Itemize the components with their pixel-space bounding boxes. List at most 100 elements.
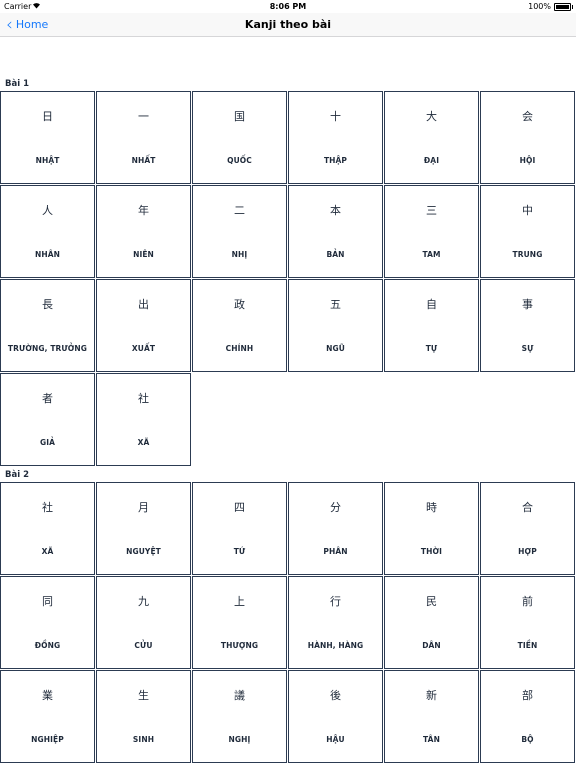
kanji-card[interactable]: 九 CỬU [96,576,191,669]
kanji-character: 社 [138,392,149,405]
kanji-character: 本 [330,204,341,217]
kanji-reading: SINH [132,735,155,744]
kanji-reading: TỨ [233,547,246,556]
kanji-card[interactable]: 大 ĐẠI [384,91,479,184]
kanji-card[interactable]: 長 TRƯỜNG, TRƯỞNG [0,279,95,372]
kanji-reading: ĐẠI [423,156,440,165]
kanji-reading: GIẢ [39,438,56,447]
kanji-character: 五 [330,298,341,311]
kanji-reading: BẢN [326,250,345,259]
kanji-reading: PHÂN [323,547,348,556]
kanji-character: 上 [234,595,245,608]
kanji-character: 事 [522,298,533,311]
kanji-card[interactable]: 十 THẬP [288,91,383,184]
kanji-reading: TRUNG [512,250,543,259]
battery-percent: 100% [528,2,551,11]
kanji-character: 三 [426,204,437,217]
kanji-card[interactable]: 者 GIẢ [0,373,95,466]
kanji-reading: TAM [422,250,441,259]
kanji-card[interactable]: 自 TỰ [384,279,479,372]
kanji-character: 民 [426,595,437,608]
kanji-character: 分 [330,501,341,514]
kanji-character: 議 [234,689,245,702]
kanji-character: 二 [234,204,245,217]
kanji-reading: HÀNH, HÀNG [307,641,364,650]
kanji-reading: ĐỒNG [34,641,61,650]
kanji-card[interactable]: 分 PHÂN [288,482,383,575]
kanji-character: 九 [138,595,149,608]
kanji-reading: TÂN [423,735,440,744]
kanji-card[interactable]: 三 TAM [384,185,479,278]
status-bar: Carrier 8:06 PM 100% [0,0,576,13]
kanji-card[interactable]: 同 ĐỒNG [0,576,95,669]
kanji-card[interactable]: 社 XÃ [0,482,95,575]
kanji-card[interactable]: 生 SINH [96,670,191,763]
kanji-reading: THỜI [420,547,443,556]
kanji-card[interactable]: 社 XÃ [96,373,191,466]
kanji-reading: TỰ [425,344,438,353]
kanji-card[interactable]: 議 NGHỊ [192,670,287,763]
kanji-card[interactable]: 時 THỜI [384,482,479,575]
kanji-reading: XÃ [137,438,150,447]
kanji-character: 中 [522,204,533,217]
kanji-reading: NGHỊ [228,735,251,744]
kanji-character: 前 [522,595,533,608]
kanji-character: 社 [42,501,53,514]
kanji-card[interactable]: 後 HẬU [288,670,383,763]
kanji-card[interactable]: 国 QUỐC [192,91,287,184]
kanji-card[interactable]: 人 NHÂN [0,185,95,278]
kanji-card[interactable]: 民 DÂN [384,576,479,669]
kanji-character: 国 [234,110,245,123]
section-header: Bài 1 [5,78,30,89]
kanji-card[interactable]: 出 XUẤT [96,279,191,372]
kanji-card[interactable]: 政 CHÍNH [192,279,287,372]
kanji-character: 部 [522,689,533,702]
kanji-card[interactable]: 中 TRUNG [480,185,575,278]
kanji-character: 同 [42,595,53,608]
kanji-card[interactable]: 業 NGHIỆP [0,670,95,763]
kanji-card[interactable]: 日 NHẬT [0,91,95,184]
section-header: Bài 2 [5,469,30,480]
kanji-card[interactable]: 月 NGUYỆT [96,482,191,575]
kanji-card[interactable]: 一 NHẤT [96,91,191,184]
kanji-grid: 社 XÃ 月 NGUYỆT 四 TỨ 分 PHÂN 時 THỜI 合 HỢP 同 ĐỒNG 九 CỬU 上 THƯ… [0,482,576,764]
kanji-reading: NGHIỆP [31,735,64,744]
page-title: Kanji theo bài [244,18,332,31]
kanji-card[interactable]: 前 TIỀN [480,576,575,669]
kanji-character: 行 [330,595,341,608]
kanji-reading: CỬU [134,641,153,650]
kanji-character: 年 [138,204,149,217]
navigation-bar: ‹ Home Kanji theo bài [0,13,576,37]
kanji-card[interactable]: 五 NGŨ [288,279,383,372]
kanji-reading: HỢP [518,547,537,556]
kanji-reading: NGUYỆT [126,547,161,556]
kanji-reading: DÂN [422,641,441,650]
kanji-reading: HẬU [326,735,345,744]
kanji-card[interactable]: 年 NIÊN [96,185,191,278]
kanji-reading: TIỀN [517,641,538,650]
battery-icon [554,3,573,11]
kanji-card[interactable]: 四 TỨ [192,482,287,575]
kanji-character: 者 [42,392,53,405]
kanji-character: 長 [42,298,53,311]
kanji-card[interactable]: 新 TÂN [384,670,479,763]
kanji-card[interactable]: 本 BẢN [288,185,383,278]
kanji-character: 月 [138,501,149,514]
top-spacer [0,37,576,76]
kanji-reading: NHẤT [131,156,156,165]
kanji-character: 後 [330,689,341,702]
kanji-card[interactable]: 事 SỰ [480,279,575,372]
kanji-card[interactable]: 二 NHỊ [192,185,287,278]
kanji-character: 大 [426,110,437,123]
kanji-card[interactable]: 上 THƯỢNG [192,576,287,669]
kanji-card[interactable]: 行 HÀNH, HÀNG [288,576,383,669]
kanji-character: 新 [426,689,437,702]
kanji-character: 人 [42,204,53,217]
kanji-card[interactable]: 会 HỘI [480,91,575,184]
kanji-reading: SỰ [521,344,534,353]
kanji-card[interactable]: 部 BỘ [480,670,575,763]
kanji-card[interactable]: 合 HỢP [480,482,575,575]
kanji-list[interactable]: Bài 1 日 NHẬT 一 NHẤT 国 QUỐC 十 THẬP 大 ĐẠI 会 HỘI 人 NHÂN 年… [0,37,576,764]
kanji-reading: QUỐC [227,156,252,165]
kanji-character: 時 [426,501,437,514]
